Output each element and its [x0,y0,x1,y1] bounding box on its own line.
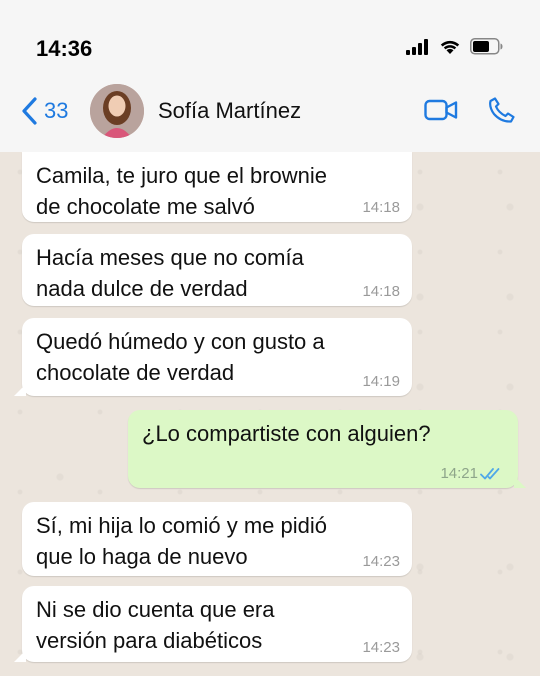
message-text: Hacía meses que no comía nada dulce de v… [36,245,304,301]
message-text: Quedó húmedo y con gusto a chocolate de … [36,329,325,385]
bubble-tail [14,650,26,662]
double-check-icon [480,468,500,480]
message-time: 14:18 [362,199,400,216]
bubble-tail [14,384,26,396]
back-button[interactable]: 33 [20,96,68,126]
message-time: 14:21 [440,465,478,482]
phone-call-icon[interactable] [488,96,516,124]
wifi-icon [440,40,460,54]
message-time: 14:23 [362,553,400,570]
unread-count: 33 [44,98,69,123]
message-incoming[interactable]: Ni se dio cuenta que era versión para di… [14,586,412,662]
message-time: 14:23 [362,639,400,656]
message-incoming[interactable]: Sí, mi hija lo comió y me pidió que lo h… [22,502,412,576]
message-incoming[interactable]: Quedó húmedo y con gusto a chocolate de … [14,318,412,396]
header-actions [424,96,516,124]
contact-name[interactable]: Sofía Martínez [158,98,301,124]
status-time: 14:36 [36,36,93,61]
message-text: Ni se dio cuenta que era versión para di… [36,597,275,653]
message-text: Camila, te juro que el brownie de chocol… [36,163,328,219]
chat-header: 33 Sofía Martínez [0,84,540,153]
battery-icon [470,38,503,55]
message-time: 14:18 [362,283,400,300]
message-time: 14:19 [362,373,400,390]
status-bar: 14:36 [0,0,540,84]
avatar[interactable] [90,84,144,138]
message-text: Sí, mi hija lo comió y me pidió que lo h… [36,513,327,569]
status-icons [406,38,504,55]
avatar-image [90,84,144,138]
message-text: ¿Lo compartiste con alguien? [142,421,431,446]
message-list[interactable]: Camila, te juro que el brownie de chocol… [0,152,540,676]
video-call-icon[interactable] [424,99,458,121]
bubble-tail [514,476,526,488]
message-incoming[interactable]: Camila, te juro que el brownie de chocol… [22,152,412,222]
message-outgoing[interactable]: ¿Lo compartiste con alguien? 14:21 [128,410,526,488]
message-incoming[interactable]: Hacía meses que no comía nada dulce de v… [22,234,412,306]
back-chevron-icon [22,97,37,125]
signal-icon [406,38,428,55]
